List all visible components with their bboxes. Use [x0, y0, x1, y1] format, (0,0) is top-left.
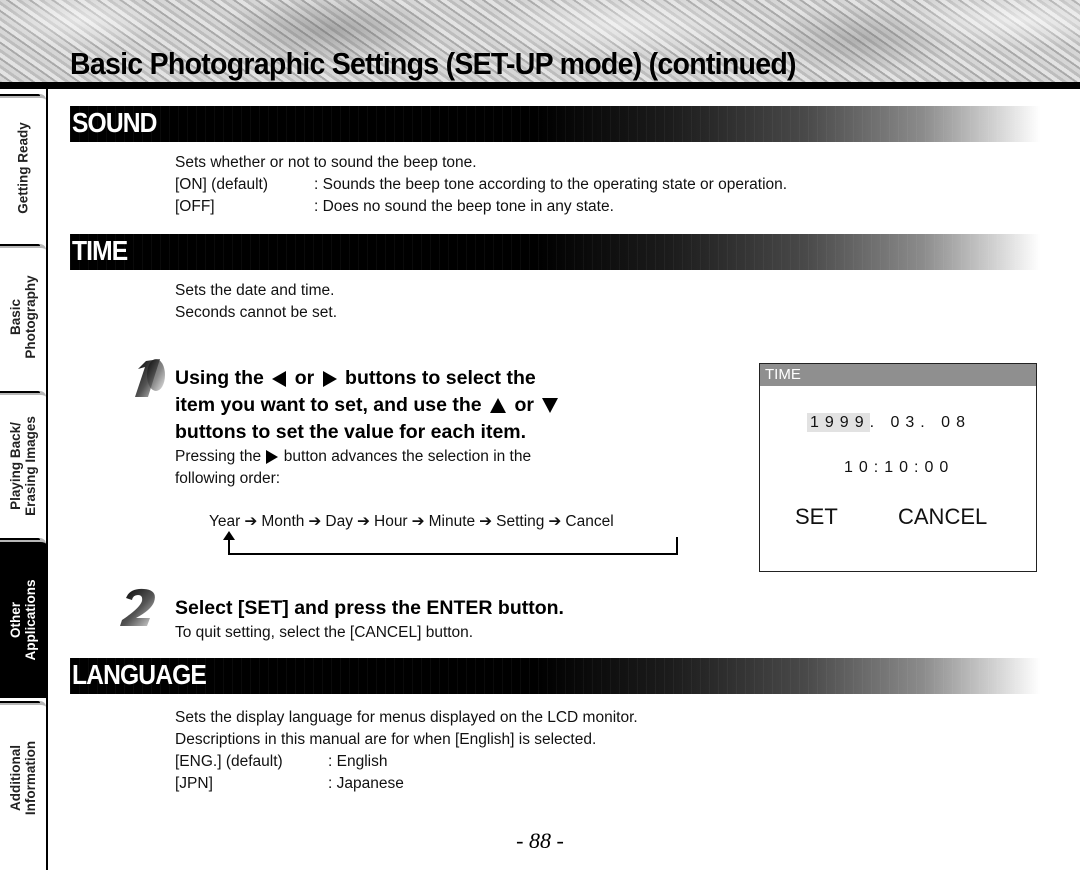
- section-bar-time: TIME: [70, 234, 1040, 270]
- down-button-icon: [542, 398, 559, 414]
- arrow-right-icon: ➔: [308, 513, 322, 530]
- tab-label: Additional Information: [8, 740, 38, 816]
- lcd-date-rest: . 03. 08: [869, 414, 971, 431]
- flow-item: Cancel: [565, 513, 614, 530]
- tab-other-applications[interactable]: Other Applications: [0, 538, 46, 698]
- arrow-right-icon: ➔: [357, 513, 370, 530]
- lcd-date: 1999. 03. 08: [807, 413, 971, 432]
- step-2-number-icon: [120, 588, 155, 626]
- text: item you want to set, and use the: [175, 394, 482, 416]
- step-2-heading: Select [SET] and press the ENTER button.: [175, 597, 564, 619]
- step-1-number-icon: [135, 359, 165, 397]
- text: buttons to set the value for each item.: [175, 421, 527, 443]
- section-title: TIME: [72, 235, 128, 266]
- section-title: LANGUAGE: [72, 659, 207, 690]
- tab-label: Playing Back/ Erasing Images: [8, 415, 38, 516]
- lcd-time: 10:10:00: [844, 459, 955, 476]
- flow-item: Hour: [374, 513, 408, 530]
- right-button-icon: [322, 370, 337, 387]
- section-bar-language: LANGUAGE: [70, 658, 1040, 694]
- left-button-icon: [272, 370, 287, 387]
- loop-arrow-up-icon: [223, 531, 235, 540]
- flow-item: Day: [325, 513, 353, 530]
- language-option-eng: [ENG.] (default) : English: [175, 751, 638, 773]
- text: Pressing the: [175, 448, 262, 465]
- lcd-time-screen: TIME 1999. 03. 08 10:10:00 SET CANCEL: [759, 363, 1037, 572]
- option-value: : Japanese: [328, 775, 404, 792]
- option-key: [JPN]: [175, 775, 213, 792]
- flow-item: Minute: [428, 513, 476, 530]
- lcd-year-selected: 1999: [807, 413, 870, 432]
- sound-body: Sets whether or not to sound the beep to…: [175, 152, 787, 218]
- arrow-right-icon: ➔: [479, 513, 493, 530]
- text: button advances the selection in the: [283, 448, 532, 465]
- language-line: Descriptions in this manual are for when…: [175, 731, 597, 748]
- section-title: SOUND: [72, 107, 157, 138]
- lcd-cancel-button: CANCEL: [898, 504, 988, 529]
- page-title: Basic Photographic Settings (SET-UP mode…: [70, 46, 797, 81]
- step-2-description: To quit setting, select the [CANCEL] but…: [175, 624, 474, 641]
- arrow-right-icon: ➔: [244, 513, 258, 530]
- text: following order:: [175, 470, 281, 487]
- option-value: : English: [328, 753, 388, 770]
- tab-getting-ready[interactable]: Getting Ready: [0, 94, 46, 237]
- up-button-icon: [490, 398, 507, 414]
- lcd-title: TIME: [760, 364, 1036, 386]
- text: Using the: [175, 367, 264, 389]
- step-1-heading: Using the or buttons to select the item …: [175, 365, 561, 446]
- chapter-tabs: Getting Ready Basic Photography Playing …: [0, 89, 48, 870]
- tab-label: Basic Photography: [8, 275, 38, 359]
- sidebar-divider: [46, 89, 48, 870]
- option-value: : Does no sound the beep tone in any sta…: [314, 198, 614, 215]
- option-key: [OFF]: [175, 198, 215, 215]
- language-line: Sets the display language for menus disp…: [175, 709, 638, 726]
- time-line: Seconds cannot be set.: [175, 304, 338, 321]
- sound-option-on: [ON] (default) : Sounds the beep tone ac…: [175, 174, 787, 196]
- header-rule: [0, 82, 1080, 89]
- time-body: Sets the date and time. Seconds cannot b…: [175, 280, 337, 324]
- option-value: : Sounds the beep tone according to the …: [314, 176, 788, 193]
- tab-label: Getting Ready: [15, 121, 31, 214]
- section-bar-sound: SOUND: [70, 106, 1040, 142]
- option-key: [ENG.] (default): [175, 753, 283, 770]
- tab-playing-back-erasing[interactable]: Playing Back/ Erasing Images: [0, 391, 46, 536]
- tab-basic-photography[interactable]: Basic Photography: [0, 244, 46, 386]
- selection-order-flow: Year ➔ Month ➔ Day ➔ Hour ➔ Minute ➔ Setting ➔ Cance…: [209, 512, 614, 531]
- language-body: Sets the display language for menus disp…: [175, 707, 638, 795]
- lcd-set-button: SET: [795, 504, 838, 529]
- arrow-right-icon: ➔: [548, 513, 562, 530]
- time-line: Sets the date and time.: [175, 282, 335, 299]
- language-option-jpn: [JPN] : Japanese: [175, 773, 638, 795]
- flow-item: Year: [209, 513, 241, 530]
- text: or: [294, 367, 315, 389]
- option-key: [ON] (default): [175, 176, 269, 193]
- sound-option-off: [OFF] : Does no sound the beep tone in a…: [175, 196, 787, 218]
- page-number: - 88 -: [516, 828, 564, 853]
- step-1-description: Pressing the button advances the selecti…: [175, 446, 531, 490]
- text: buttons to select the: [345, 367, 536, 389]
- flow-item: Month: [261, 513, 305, 530]
- sound-description: Sets whether or not to sound the beep to…: [175, 154, 477, 171]
- loop-back-line: [228, 537, 678, 555]
- flow-item: Setting: [496, 513, 545, 530]
- right-button-icon: [266, 449, 279, 464]
- arrow-right-icon: ➔: [411, 513, 425, 530]
- text: or: [514, 394, 534, 416]
- tab-label: Other Applications: [8, 579, 38, 661]
